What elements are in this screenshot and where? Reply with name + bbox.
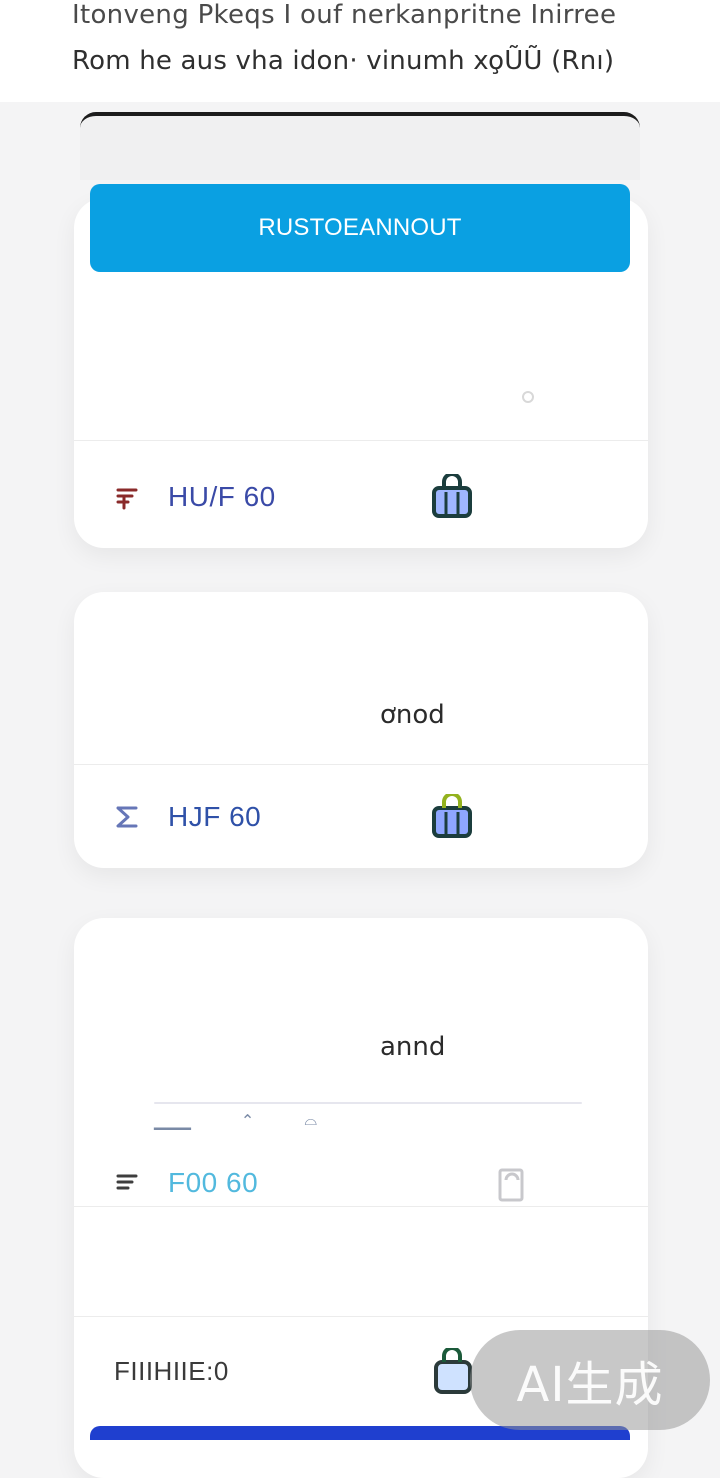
card-price-row[interactable]: F00 60: [114, 1160, 608, 1206]
card-price-row[interactable]: HJF 60: [114, 792, 608, 840]
card-divider: [74, 1206, 648, 1207]
card-divider: [74, 764, 648, 765]
shopping-bag-icon[interactable]: [426, 472, 478, 520]
card-price-row[interactable]: HU/F 60: [114, 472, 608, 520]
tiny-mark-icon: ▁▁▁: [154, 1110, 191, 1130]
card-text: annd: [380, 1032, 446, 1062]
product-card-2[interactable]: ơnod HJF 60: [74, 592, 648, 868]
card-text: ơnod: [380, 700, 445, 730]
card-price: F00 60: [168, 1167, 259, 1198]
card-price: HU/F 60: [168, 481, 276, 512]
header-title-line-2: Rom he aus vha idon· vinumh xo̧ŨŨ (Rnı): [72, 46, 615, 76]
top-strip: [80, 112, 640, 180]
loading-indicator: [522, 391, 534, 403]
ai-generated-watermark: AI生成: [470, 1330, 710, 1430]
card-divider: [74, 1316, 648, 1317]
mark-icon: [114, 1170, 140, 1196]
tiny-cloud-icon: ⌓: [304, 1110, 317, 1129]
bag-outline-icon[interactable]: [496, 1160, 526, 1206]
sigma-icon: [114, 804, 140, 830]
card-divider: [74, 440, 648, 441]
primary-action-button[interactable]: RUSTOEANNOUT: [90, 184, 630, 272]
tiny-arrow-icon: ⌃: [240, 1110, 255, 1130]
decorative-marks: ▁▁▁ ⌃ ⌓: [154, 1110, 317, 1130]
extra-row-text: FIIIHIIE:0: [114, 1355, 229, 1386]
header: Itonveng Pkeqs I ouf nerkanpritne Inirre…: [0, 0, 720, 102]
strike-icon: [114, 484, 140, 510]
header-title-line-1: Itonveng Pkeqs I ouf nerkanpritne Inirre…: [72, 0, 617, 30]
separator-line: [154, 1102, 582, 1104]
card-price: HJF 60: [168, 801, 262, 832]
shopping-bag-icon[interactable]: [426, 792, 478, 840]
